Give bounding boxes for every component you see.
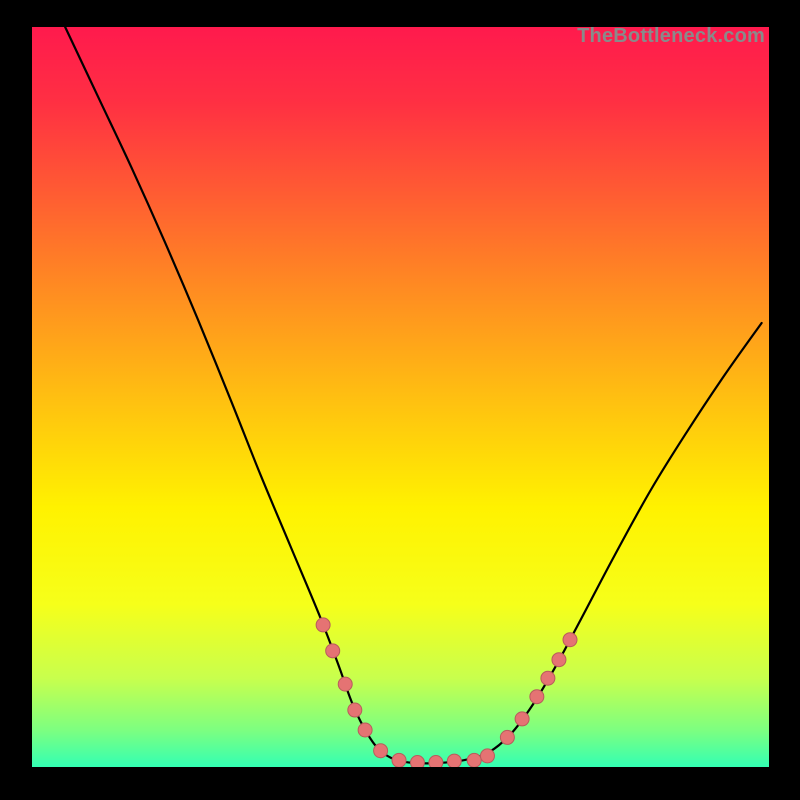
data-marker: [348, 703, 362, 717]
data-marker: [358, 723, 372, 737]
chart-svg: [32, 27, 769, 767]
data-marker: [392, 753, 406, 767]
watermark-text: TheBottleneck.com: [577, 25, 765, 48]
chart-frame: TheBottleneck.com: [0, 0, 800, 800]
data-marker: [500, 730, 514, 744]
data-marker: [552, 653, 566, 667]
data-marker: [447, 754, 461, 767]
data-marker: [467, 753, 481, 767]
data-marker: [316, 618, 330, 632]
data-marker: [530, 690, 544, 704]
data-marker: [515, 712, 529, 726]
data-marker: [429, 756, 443, 767]
data-marker: [326, 644, 340, 658]
bottleneck-curve: [65, 27, 761, 763]
data-marker: [410, 756, 424, 767]
data-marker: [541, 671, 555, 685]
data-marker: [338, 677, 352, 691]
data-marker: [480, 749, 494, 763]
plot-area: [32, 27, 769, 767]
data-marker: [563, 633, 577, 647]
data-marker: [374, 744, 388, 758]
